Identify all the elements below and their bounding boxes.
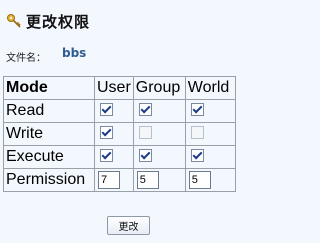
row-label-permission: Permission (3, 168, 95, 192)
execute-group-checkbox[interactable] (138, 149, 152, 162)
world-permission-input[interactable] (188, 171, 211, 189)
write-user-checkbox[interactable] (100, 126, 113, 139)
table-row-read: Read (3, 99, 236, 123)
title-bar: 更改权限 (6, 11, 90, 31)
header-mode: Mode (3, 76, 95, 100)
write-world-checkbox[interactable] (190, 126, 204, 139)
execute-user-checkbox[interactable] (100, 149, 113, 162)
row-label-execute: Execute (3, 145, 95, 169)
read-world-checkbox[interactable] (190, 103, 204, 116)
row-label-read: Read (3, 99, 95, 123)
header-world: World (184, 76, 236, 100)
table-row-execute: Execute (3, 145, 236, 169)
file-name-value: bbs (62, 46, 87, 60)
row-label-write: Write (3, 122, 95, 146)
permission-table: Mode User Group World Read Write Execute… (3, 76, 236, 192)
key-icon (6, 13, 22, 29)
group-permission-input[interactable] (136, 171, 159, 189)
read-user-checkbox[interactable] (100, 103, 113, 116)
change-button[interactable]: 更改 (107, 216, 150, 235)
write-group-checkbox[interactable] (138, 126, 152, 139)
table-row-write: Write (3, 122, 236, 146)
header-group: Group (132, 76, 186, 100)
table-header-row: Mode User Group World (3, 76, 236, 100)
user-permission-input[interactable] (98, 171, 120, 189)
execute-world-checkbox[interactable] (190, 149, 204, 162)
page-title: 更改权限 (26, 12, 91, 31)
read-group-checkbox[interactable] (138, 103, 152, 116)
table-row-permission: Permission (3, 168, 236, 192)
header-user: User (94, 76, 134, 100)
file-name-label: 文件名： (6, 53, 46, 64)
